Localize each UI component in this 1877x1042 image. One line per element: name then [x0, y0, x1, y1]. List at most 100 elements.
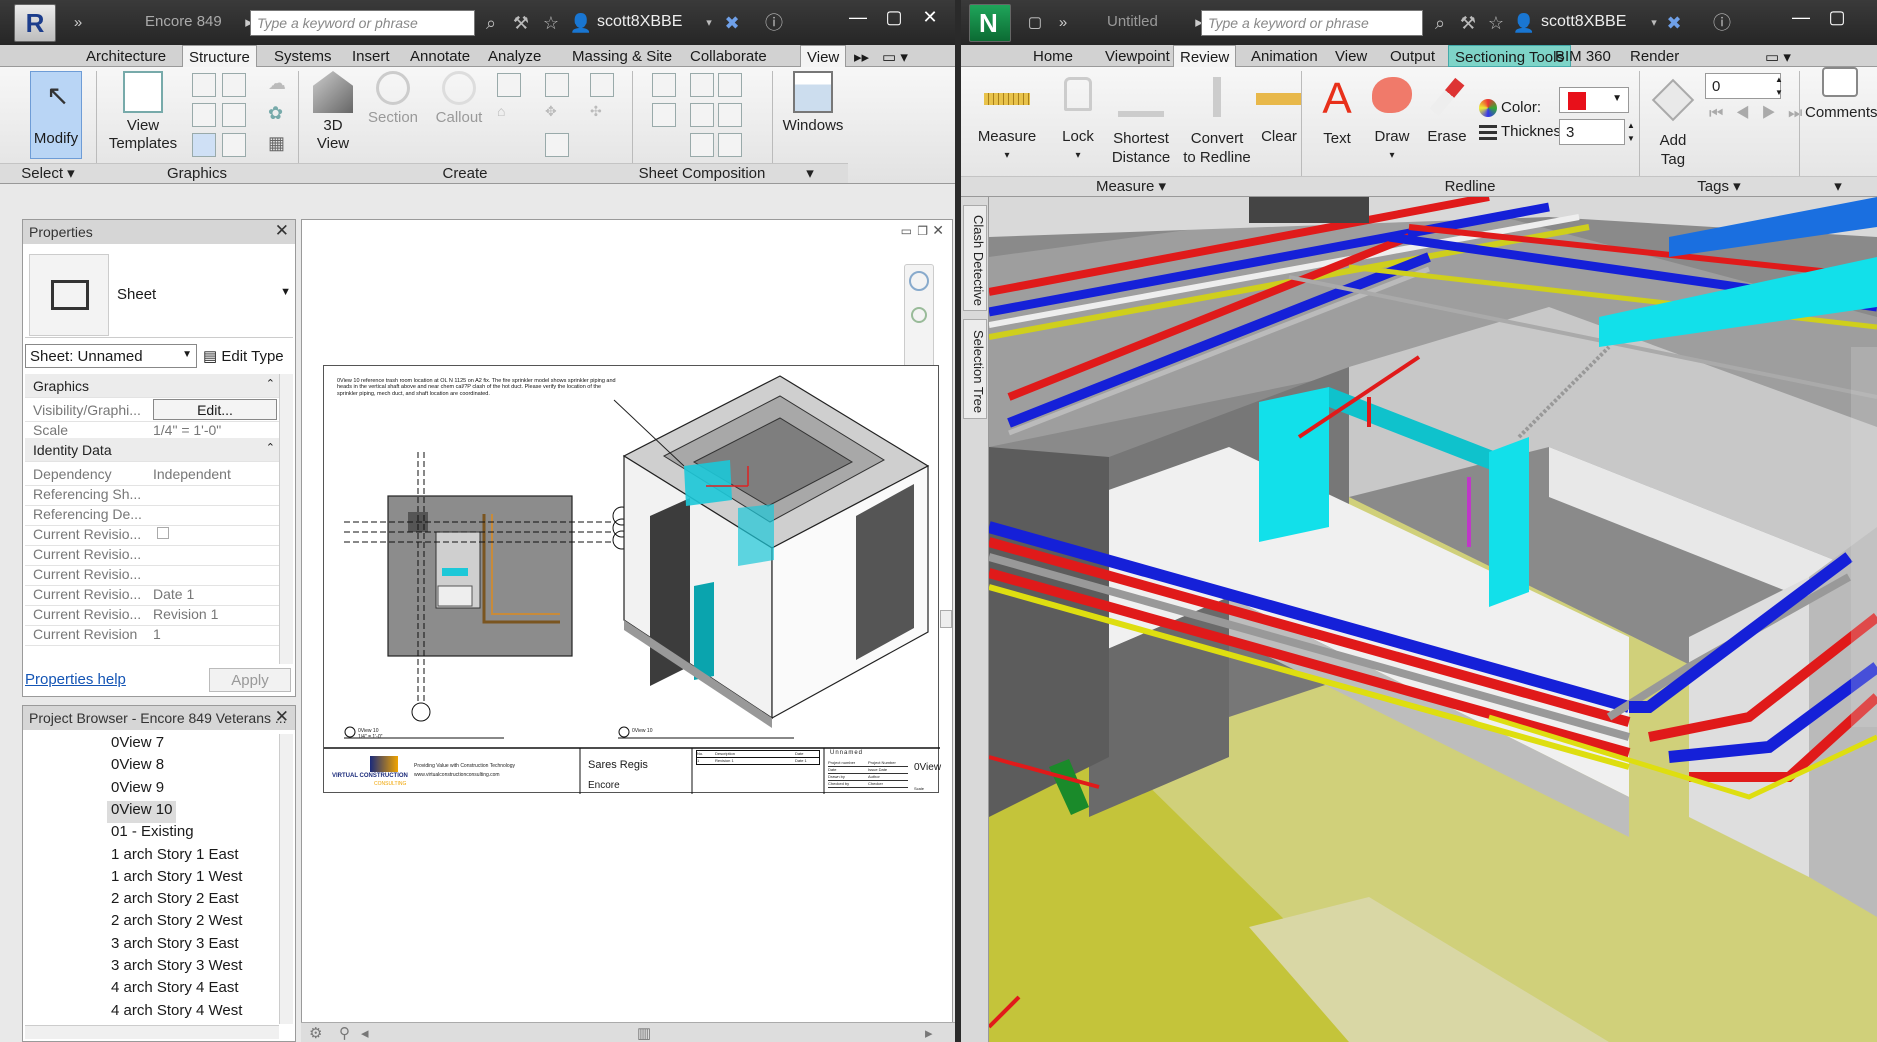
shortest-distance-button[interactable]: Shortest Distance: [1109, 77, 1173, 167]
exchange-apps-icon[interactable]: ✖: [719, 12, 745, 34]
matchline-icon[interactable]: [718, 103, 742, 127]
clash-detective-tab[interactable]: Clash Detective: [963, 205, 987, 311]
thickness-stepper[interactable]: 3: [1559, 119, 1625, 145]
3d-view-button[interactable]: 3D View: [304, 71, 362, 153]
nw-ribbon-minimize-icon[interactable]: ▭ ▾: [1759, 45, 1797, 67]
render-cloud-icon[interactable]: ☁: [268, 73, 292, 97]
browser-view-item[interactable]: 0View 7: [111, 734, 164, 756]
view-minimize-icon[interactable]: ▭: [901, 224, 912, 238]
thin-lines-icon[interactable]: [192, 103, 216, 127]
instance-selector[interactable]: Sheet: Unnamed ▼: [25, 344, 197, 368]
lock-button[interactable]: Lock ▾: [1053, 77, 1103, 165]
tag-spin-icon[interactable]: ▲ ▼: [1773, 73, 1785, 99]
create-panel-label[interactable]: Create: [298, 163, 632, 183]
navisworks-nav-bar[interactable]: [1851, 347, 1877, 727]
nw-subscription-icon[interactable]: ⚒: [1455, 12, 1481, 34]
duplicate-view-icon[interactable]: ✥: [545, 103, 569, 127]
minimize-button[interactable]: —: [840, 4, 876, 30]
nw-binoculars-icon[interactable]: ⌕: [1427, 12, 1453, 34]
viewports-icon[interactable]: [718, 133, 742, 157]
ribbon-minimize-icon[interactable]: ▭ ▾: [876, 45, 914, 67]
revit-application-button[interactable]: R: [14, 4, 56, 42]
revit-search-input[interactable]: Type a keyword or phrase: [250, 10, 475, 36]
section-button[interactable]: Section: [362, 71, 424, 127]
close-button[interactable]: ✕: [912, 4, 948, 30]
guide-grid-icon[interactable]: [690, 103, 714, 127]
revisions-icon[interactable]: [652, 103, 676, 127]
type-selector[interactable]: Sheet ▼: [25, 252, 293, 338]
convert-to-redline-button[interactable]: Convert to Redline: [1177, 77, 1257, 167]
measure-button[interactable]: Measure ▾: [973, 77, 1041, 165]
revit-tab-collaborate[interactable]: Collaborate: [684, 45, 773, 67]
color-picker[interactable]: ▼: [1559, 87, 1629, 113]
nw-tab-home[interactable]: Home: [1027, 45, 1079, 67]
browser-view-item[interactable]: 0View 10: [107, 800, 177, 823]
project-browser-close-icon[interactable]: ✕: [275, 707, 289, 727]
project-browser-scrollbar[interactable]: [279, 734, 293, 1024]
properties-scrollbar[interactable]: [279, 374, 293, 664]
current-revision-checkbox[interactable]: [157, 527, 169, 539]
browser-view-item[interactable]: 2 arch Story 2 West: [111, 912, 242, 934]
browser-view-item[interactable]: 0View 9: [111, 779, 164, 801]
nw-maximize-button[interactable]: ▢: [1819, 4, 1855, 30]
nw-tab-output[interactable]: Output: [1384, 45, 1441, 67]
zoom-icon[interactable]: [911, 307, 927, 323]
apply-button[interactable]: Apply: [209, 668, 291, 692]
properties-close-icon[interactable]: ✕: [275, 221, 289, 241]
steering-wheel-icon[interactable]: [909, 271, 929, 291]
sheet-view-window[interactable]: ▭ ❐ ✕ 0View 10 reference trash room loca…: [301, 219, 953, 1025]
revit-tab-view[interactable]: View: [800, 45, 847, 68]
scroll-left-icon[interactable]: ◂: [361, 1024, 369, 1042]
comments-panel-expander[interactable]: ▾: [1799, 176, 1877, 196]
viewport-scrollbar[interactable]: [940, 610, 952, 628]
place-view-icon[interactable]: [690, 73, 714, 97]
navisworks-user-name[interactable]: scott8XBBE: [1541, 13, 1626, 31]
cut-profile-icon[interactable]: [192, 133, 216, 157]
redline-panel-label[interactable]: Redline: [1301, 176, 1639, 196]
nw-tab-render[interactable]: Render: [1624, 45, 1685, 67]
windows-button[interactable]: Windows: [778, 71, 848, 135]
revit-tab-annotate[interactable]: Annotate: [404, 45, 476, 67]
subscription-icon[interactable]: ⚒: [508, 12, 534, 34]
drawing-sheet[interactable]: 0View 10 reference trash room location a…: [323, 365, 941, 794]
revit-tab-architecture[interactable]: Architecture: [80, 45, 172, 67]
identity-group-header[interactable]: Identity Data ⌃: [25, 438, 281, 462]
nw-tab-view[interactable]: View: [1329, 45, 1373, 67]
scroll-right-icon[interactable]: ▸: [925, 1024, 933, 1042]
revit-tab-structure[interactable]: Structure: [182, 45, 257, 68]
browser-view-item[interactable]: 4 arch Story 4 East: [111, 979, 239, 1001]
legends-icon[interactable]: [590, 73, 614, 97]
filter-selection-icon[interactable]: ⚲: [339, 1024, 350, 1042]
graphics-group-header[interactable]: Graphics ⌃: [25, 374, 281, 398]
user-icon[interactable]: 👤: [568, 12, 594, 34]
visibility-edit-button[interactable]: Edit...: [153, 399, 277, 420]
view-close-icon[interactable]: ✕: [932, 222, 944, 239]
view-reference-icon[interactable]: [690, 133, 714, 157]
redline-erase-button[interactable]: Erase: [1423, 77, 1471, 146]
nw-tab-review[interactable]: Review: [1173, 45, 1237, 68]
tag-id-input[interactable]: 0: [1705, 73, 1781, 99]
view-templates-button[interactable]: View Templates: [105, 71, 181, 153]
new-file-icon[interactable]: ▢: [1023, 12, 1047, 34]
edit-type-button[interactable]: ▤ Edit Type: [203, 344, 284, 365]
scope-box-icon[interactable]: [545, 133, 569, 157]
callout-button[interactable]: Callout: [426, 71, 492, 127]
schedules-icon[interactable]: ✣: [590, 103, 614, 127]
view-restore-icon[interactable]: ❐: [917, 224, 928, 238]
elevation-icon[interactable]: ⌂: [497, 103, 521, 127]
clear-measure-button[interactable]: Clear: [1251, 77, 1307, 146]
sheet-composition-panel-label[interactable]: Sheet Composition: [632, 163, 772, 183]
redline-text-button[interactable]: A Text: [1317, 77, 1357, 148]
browser-view-item[interactable]: 3 arch Story 3 East: [111, 935, 239, 957]
plan-views-icon[interactable]: [497, 73, 521, 97]
favorites-star-icon[interactable]: ☆: [538, 12, 564, 34]
windows-panel-expander[interactable]: ▾: [772, 163, 848, 183]
show-hidden-icon[interactable]: [222, 103, 246, 127]
collapse-icon[interactable]: ⌃: [266, 377, 275, 390]
filters-icon[interactable]: [222, 73, 246, 97]
graphics-panel-label[interactable]: Graphics: [96, 163, 298, 183]
scroll-thumb[interactable]: ▥: [637, 1024, 651, 1042]
render-icon[interactable]: [222, 133, 246, 157]
binoculars-icon[interactable]: ⌕: [478, 12, 504, 34]
nw-tab-viewpoint[interactable]: Viewpoint: [1099, 45, 1176, 67]
